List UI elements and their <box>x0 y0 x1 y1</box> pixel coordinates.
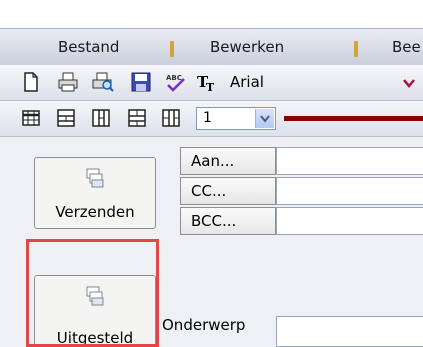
subject-label: Onderwerp <box>162 316 246 334</box>
formatting-toolbar: ABC T T Arial <box>0 65 423 101</box>
cc-button[interactable]: CC... <box>180 177 276 205</box>
font-icon[interactable]: T T <box>196 71 218 93</box>
font-name-label[interactable]: Arial <box>230 73 264 91</box>
menu-bewerken[interactable]: Bewerken <box>210 38 284 56</box>
to-field[interactable] <box>276 147 423 175</box>
send-button[interactable]: Verzenden <box>34 157 156 229</box>
menu-separator <box>354 41 358 57</box>
bcc-field[interactable] <box>276 207 423 235</box>
menu-beeld[interactable]: Bee <box>392 38 421 56</box>
subject-field[interactable] <box>276 316 423 347</box>
delete-column-icon[interactable] <box>160 107 182 129</box>
table-icon[interactable] <box>20 107 42 129</box>
line-width-select[interactable]: 1 <box>196 107 276 130</box>
highlight-box <box>26 239 159 347</box>
svg-text:T: T <box>206 81 215 93</box>
delete-row-icon[interactable] <box>126 107 148 129</box>
print-icon[interactable] <box>57 71 79 93</box>
to-button[interactable]: Aan... <box>180 147 276 175</box>
line-color-swatch[interactable] <box>284 116 423 121</box>
send-mail-icon <box>86 168 104 188</box>
menu-bar: Bestand Bewerken Bee <box>0 28 423 66</box>
bcc-button[interactable]: BCC... <box>180 207 276 235</box>
insert-row-icon[interactable] <box>55 107 77 129</box>
cc-field[interactable] <box>276 177 423 205</box>
chevron-down-icon[interactable] <box>255 109 274 128</box>
spellcheck-icon[interactable]: ABC <box>164 71 186 93</box>
menu-separator <box>170 41 174 57</box>
new-document-icon[interactable] <box>20 71 42 93</box>
svg-text:ABC: ABC <box>166 74 182 82</box>
save-icon[interactable] <box>130 71 152 93</box>
send-button-label: Verzenden <box>55 203 135 221</box>
menu-bestand[interactable]: Bestand <box>58 38 119 56</box>
line-width-value: 1 <box>203 110 212 126</box>
print-preview-icon[interactable] <box>92 71 114 93</box>
insert-column-icon[interactable] <box>90 107 112 129</box>
table-toolbar: 1 <box>0 101 423 137</box>
chevron-down-icon[interactable] <box>402 78 416 88</box>
